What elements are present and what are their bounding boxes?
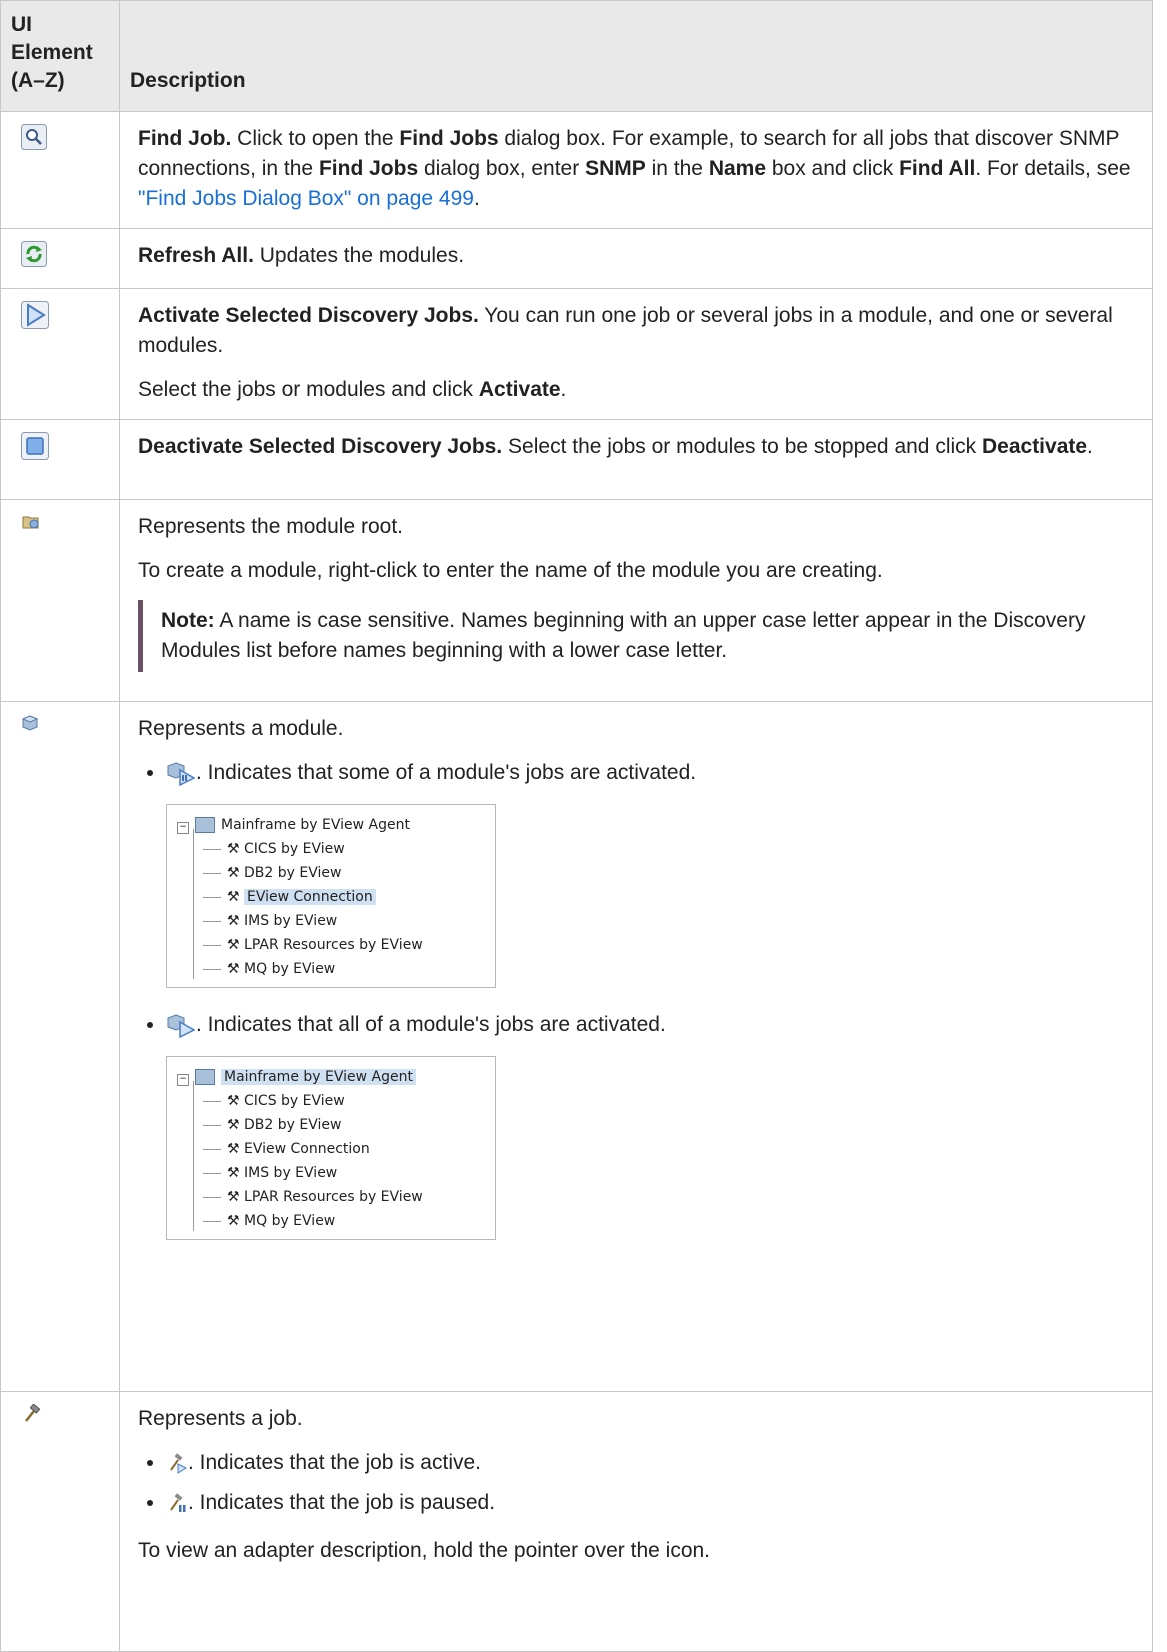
table-row: Find Job. Click to open the Find Jobs di… [0, 111, 1153, 229]
activate-description: Activate Selected Discovery Jobs. You ca… [119, 288, 1153, 420]
table-row: Refresh All. Updates the modules. [0, 228, 1153, 289]
job-paused-icon: ⚒ [227, 889, 245, 905]
job-active-icon: ⚒ [227, 1213, 245, 1229]
table-row: Activate Selected Discovery Jobs. You ca… [0, 288, 1153, 420]
header-description: Description [119, 0, 1153, 112]
find-jobs-link[interactable]: "Find Jobs Dialog Box" on page 499 [138, 187, 474, 210]
refresh-description: Refresh All. Updates the modules. [119, 228, 1153, 289]
module-partial-active-icon [167, 762, 196, 787]
stop-icon [21, 432, 49, 460]
refresh-icon [21, 241, 47, 267]
job-active-icon: ⚒ [227, 913, 245, 929]
job-active-icon: ⚒ [227, 1141, 245, 1157]
module-icon [21, 715, 39, 731]
tree-item[interactable]: ⚒ EView Connection [177, 1137, 485, 1161]
job-active-icon: ⚒ [227, 841, 245, 857]
module-all-active-icon [195, 1069, 215, 1085]
module-all-active-icon [167, 1014, 196, 1039]
list-item: . Indicates that the job is active. [166, 1448, 1136, 1478]
module-partial-active-icon [195, 817, 215, 833]
deactivate-description: Deactivate Selected Discovery Jobs. Sele… [119, 419, 1153, 500]
job-active-icon: ⚒ [227, 961, 245, 977]
table-row: Deactivate Selected Discovery Jobs. Sele… [0, 419, 1153, 500]
note-box: Note: A name is case sensitive. Names be… [138, 600, 1136, 672]
tree-root[interactable]: − Mainframe by EView Agent [177, 1065, 485, 1089]
job-description: Represents a job. . Indicates that the j… [119, 1391, 1153, 1652]
find-job-description: Find Job. Click to open the Find Jobs di… [119, 111, 1153, 229]
module-root-description: Represents the module root. To create a … [119, 499, 1153, 702]
tree-item[interactable]: ⚒ DB2 by EView [177, 861, 485, 885]
tree-item[interactable]: ⚒ IMS by EView [177, 1161, 485, 1185]
module-state-list: . Indicates that some of a module's jobs… [138, 758, 1136, 1240]
table-row: Represents the module root. To create a … [0, 499, 1153, 702]
job-active-icon: ⚒ [227, 1165, 245, 1181]
tree-item[interactable]: ⚒ LPAR Resources by EView [177, 933, 485, 957]
list-item: . Indicates that the job is paused. [166, 1488, 1136, 1518]
job-active-icon: ⚒ [227, 1189, 245, 1205]
tree-item[interactable]: ⚒ CICS by EView [177, 837, 485, 861]
table-row: Represents a job. . Indicates that the j… [0, 1391, 1153, 1652]
tree-item[interactable]: ⚒ CICS by EView [177, 1089, 485, 1113]
tree-item[interactable]: ⚒ MQ by EView [177, 957, 485, 981]
list-item: . Indicates that all of a module's jobs … [166, 1010, 1136, 1240]
play-icon [21, 301, 49, 329]
job-state-list: . Indicates that the job is active. . In… [138, 1448, 1136, 1518]
module-description: Represents a module. . Indicates that so… [119, 701, 1153, 1392]
header-ui-element: UI Element (A–Z) [0, 0, 120, 112]
tree-root[interactable]: − Mainframe by EView Agent [177, 813, 485, 837]
hammer-icon [25, 1403, 41, 1422]
module-tree-all: − Mainframe by EView Agent ⚒ CICS by EVie… [166, 1056, 496, 1240]
module-tree-partial: − Mainframe by EView Agent ⚒ CICS by EVie… [166, 804, 496, 988]
magnifier-icon [21, 124, 47, 150]
tree-item[interactable]: ⚒ IMS by EView [177, 909, 485, 933]
job-paused-icon: ⚒ [227, 865, 245, 881]
list-item: . Indicates that some of a module's jobs… [166, 758, 1136, 988]
job-paused-icon [170, 1493, 186, 1513]
module-root-icon [22, 516, 39, 529]
table-header-row: UI Element (A–Z) Description [0, 0, 1153, 112]
ui-element-table: UI Element (A–Z) Description Find Job. C… [0, 0, 1153, 1652]
tree-item[interactable]: ⚒ DB2 by EView [177, 1113, 485, 1137]
job-active-icon [170, 1453, 188, 1475]
job-active-icon: ⚒ [227, 1093, 245, 1109]
tree-item[interactable]: ⚒ EView Connection [177, 885, 485, 909]
tree-item[interactable]: ⚒ MQ by EView [177, 1209, 485, 1233]
tree-item[interactable]: ⚒ LPAR Resources by EView [177, 1185, 485, 1209]
job-active-icon: ⚒ [227, 937, 245, 953]
job-active-icon: ⚒ [227, 1117, 245, 1133]
find-job-cell [0, 111, 120, 229]
table-row: Represents a module. . Indicates that so… [0, 701, 1153, 1392]
